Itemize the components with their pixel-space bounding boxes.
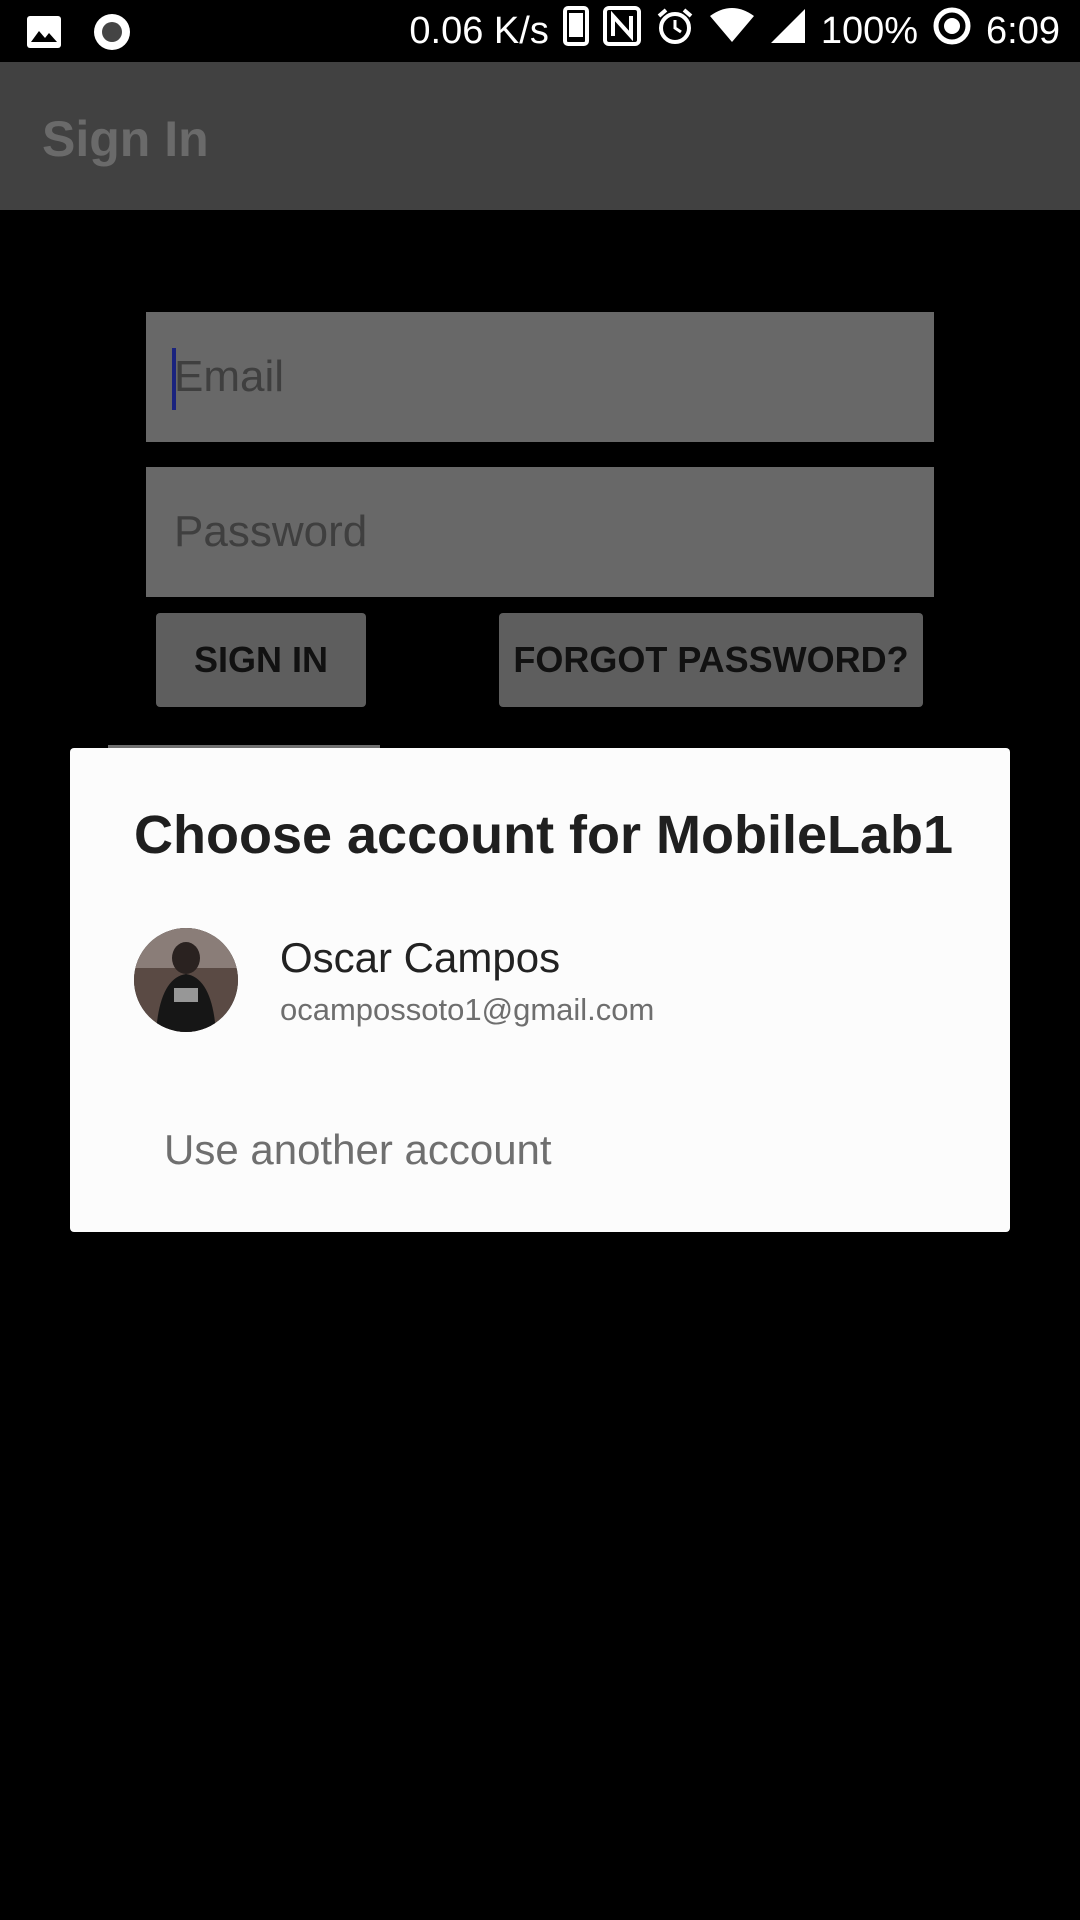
account-item[interactable]: Oscar Campos ocampossoto1@gmail.com <box>70 928 1010 1048</box>
wifi-icon <box>709 8 755 54</box>
signal-icon <box>769 7 807 55</box>
clock: 6:09 <box>986 9 1060 52</box>
dialog-title: Choose account for MobileLab1 <box>134 805 954 865</box>
nfc-icon <box>602 6 641 56</box>
use-another-account-button[interactable]: Use another account <box>164 1126 552 1174</box>
battery-level: 100% <box>820 9 919 52</box>
account-name: Oscar Campos <box>280 934 561 981</box>
network-speed: 0.06 K/s <box>409 9 549 52</box>
status-bar: 0.06 K/s 100% 6:09 <box>0 0 1080 62</box>
image-icon <box>26 15 62 54</box>
alarm-icon <box>655 6 695 56</box>
record-icon <box>92 12 132 57</box>
account-chooser-dialog: Choose account for MobileLab1 Oscar Camp… <box>70 748 1010 1232</box>
phone-icon <box>562 6 589 56</box>
data-saver-icon <box>932 6 972 56</box>
avatar <box>134 928 238 1032</box>
account-email: ocampossoto1@gmail.com <box>280 992 655 1027</box>
